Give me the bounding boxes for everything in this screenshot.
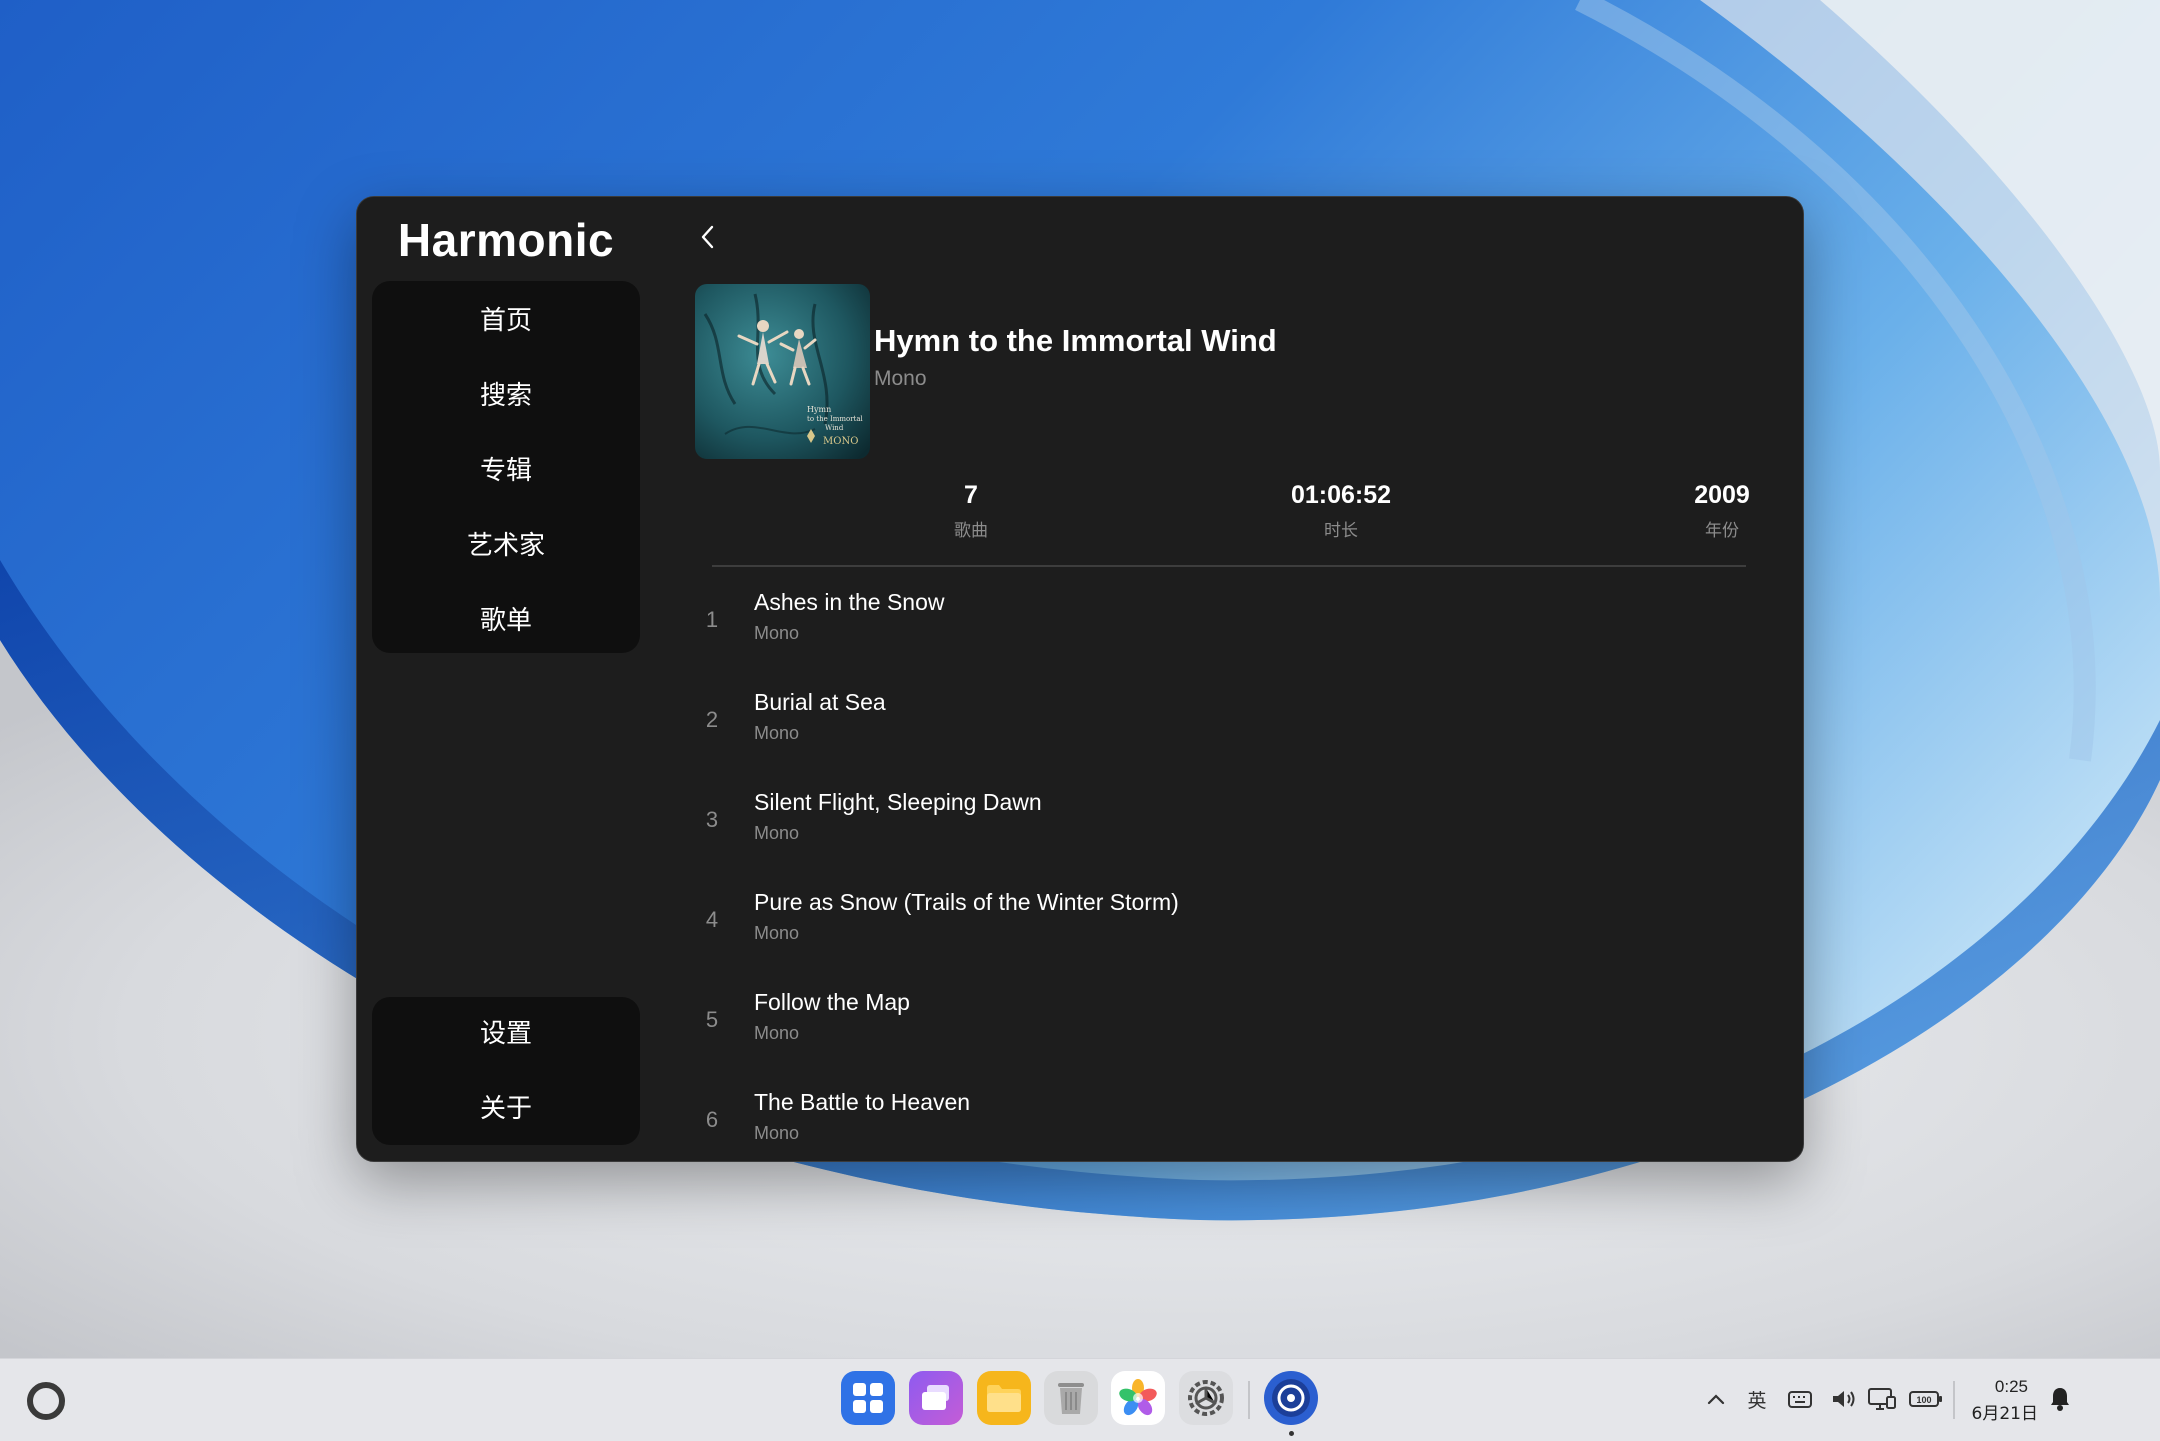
start-button[interactable]: [24, 1379, 68, 1423]
track-artist: Mono: [754, 1123, 800, 1143]
track-number: 5: [705, 1007, 719, 1032]
cover-text: Wind: [825, 424, 844, 432]
track-number: 1: [705, 607, 719, 632]
track-row[interactable]: 1 Ashes in the Snow Mono: [655, 567, 1803, 667]
gallery-icon: [1119, 1379, 1157, 1416]
track-artist: Mono: [754, 723, 800, 743]
app-window: Harmonic 首页 搜索 专辑 艺术家 歌单 设置 关于 Hymn to t…: [356, 196, 1804, 1162]
back-icon: [701, 225, 714, 249]
track-title: Silent Flight, Sleeping Dawn: [754, 789, 1042, 815]
nav-item-settings[interactable]: 设置: [372, 997, 640, 1072]
cover-text: Hymn: [807, 405, 831, 414]
taskbar: 英 100 0:25 6月21日: [0, 1358, 2160, 1441]
stat-year: 2009 年份: [1622, 481, 1803, 541]
battery-level: 100: [1916, 1395, 1931, 1405]
circle-icon: [27, 1382, 65, 1420]
track-artist: Mono: [754, 923, 800, 943]
track-row[interactable]: 6 The Battle to Heaven Mono: [655, 1067, 1803, 1161]
music-player-icon: [1272, 1379, 1310, 1417]
track-title: Pure as Snow (Trails of the Winter Storm…: [754, 889, 1179, 915]
track-title: Ashes in the Snow: [754, 589, 945, 615]
track-artist: Mono: [754, 623, 800, 643]
track-title: Follow the Map: [754, 989, 910, 1015]
settings-icon: [1188, 1380, 1224, 1416]
sidebar: Harmonic 首页 搜索 专辑 艺术家 歌单 设置 关于: [357, 197, 655, 1161]
song-count: 7: [964, 481, 978, 509]
nav-item-artists[interactable]: 艺术家: [372, 509, 640, 584]
cover-text: MONO: [823, 436, 858, 447]
album-artist[interactable]: Mono: [874, 367, 927, 391]
duration-value: 01:06:52: [1290, 481, 1392, 509]
track-artist: Mono: [754, 1023, 800, 1043]
track-list: 1 Ashes in the Snow Mono 2 Burial at Sea…: [655, 567, 1803, 1161]
trash-button[interactable]: [1044, 1371, 1098, 1425]
stat-songs: 7 歌曲: [871, 481, 1071, 541]
system-settings-button[interactable]: [1179, 1371, 1233, 1425]
clock-time[interactable]: 0:25: [1958, 1377, 2028, 1397]
song-count-label: 歌曲: [954, 521, 988, 541]
app-title: Harmonic: [397, 214, 615, 266]
display-button[interactable]: [1866, 1383, 1898, 1415]
album-title: Hymn to the Immortal Wind: [874, 323, 1277, 358]
nav-item-home[interactable]: 首页: [372, 284, 640, 359]
music-player-button[interactable]: [1264, 1371, 1318, 1425]
back-button[interactable]: [687, 215, 731, 259]
monitor-icon: [1868, 1388, 1896, 1410]
trash-icon: [1058, 1383, 1084, 1414]
track-number: 3: [705, 807, 719, 832]
gallery-button[interactable]: [1111, 1371, 1165, 1425]
album-cover: Hymn to the Immortal Wind MONO: [695, 284, 870, 459]
track-artist: Mono: [754, 823, 800, 843]
track-row[interactable]: 5 Follow the Map Mono: [655, 967, 1803, 1067]
bell-icon: [2051, 1388, 2069, 1411]
year-label: 年份: [1705, 521, 1739, 541]
nav-item-about[interactable]: 关于: [372, 1072, 640, 1147]
nav-item-search[interactable]: 搜索: [372, 359, 640, 434]
notifications-button[interactable]: [2044, 1383, 2076, 1415]
nav-item-albums[interactable]: 专辑: [372, 434, 640, 509]
tray-separator: [1953, 1381, 1955, 1419]
volume-button[interactable]: [1828, 1383, 1860, 1415]
track-number: 4: [705, 907, 719, 932]
stat-duration: 01:06:52 时长: [1241, 481, 1441, 541]
nav-item-playlists[interactable]: 歌单: [372, 584, 640, 659]
multitask-icon: [922, 1385, 949, 1410]
bottom-nav: 设置 关于: [372, 997, 640, 1145]
track-title: Burial at Sea: [754, 689, 886, 715]
album-detail: Hymn to the Immortal Wind MONO Hymn to t…: [655, 197, 1803, 1161]
files-button[interactable]: [977, 1371, 1031, 1425]
track-row[interactable]: 4 Pure as Snow (Trails of the Winter Sto…: [655, 867, 1803, 967]
track-number: 2: [705, 707, 719, 732]
track-number: 6: [705, 1107, 719, 1132]
tray-expand-button[interactable]: [1700, 1383, 1732, 1415]
keyboard-button[interactable]: [1784, 1383, 1816, 1415]
volume-icon: [1833, 1391, 1855, 1407]
ime-indicator[interactable]: 英: [1741, 1383, 1773, 1415]
chevron-up-icon: [1707, 1394, 1725, 1405]
track-title: The Battle to Heaven: [754, 1089, 971, 1115]
battery-icon: 100: [1909, 1391, 1942, 1407]
files-icon: [987, 1385, 1021, 1412]
track-row[interactable]: 2 Burial at Sea Mono: [655, 667, 1803, 767]
running-indicator: [1289, 1431, 1294, 1436]
clock-date[interactable]: 6月21日: [1958, 1399, 2038, 1424]
multitask-button[interactable]: [909, 1371, 963, 1425]
launcher-icon: [853, 1383, 883, 1413]
year-value: 2009: [1694, 481, 1750, 509]
main-nav: 首页 搜索 专辑 艺术家 歌单: [372, 281, 640, 653]
launcher-button[interactable]: [841, 1371, 895, 1425]
duration-label: 时长: [1324, 521, 1358, 541]
battery-indicator[interactable]: 100: [1906, 1383, 1946, 1415]
keyboard-icon: [1788, 1391, 1812, 1408]
cover-text: to the Immortal: [807, 415, 864, 423]
dock-separator: [1248, 1381, 1250, 1419]
track-row[interactable]: 3 Silent Flight, Sleeping Dawn Mono: [655, 767, 1803, 867]
